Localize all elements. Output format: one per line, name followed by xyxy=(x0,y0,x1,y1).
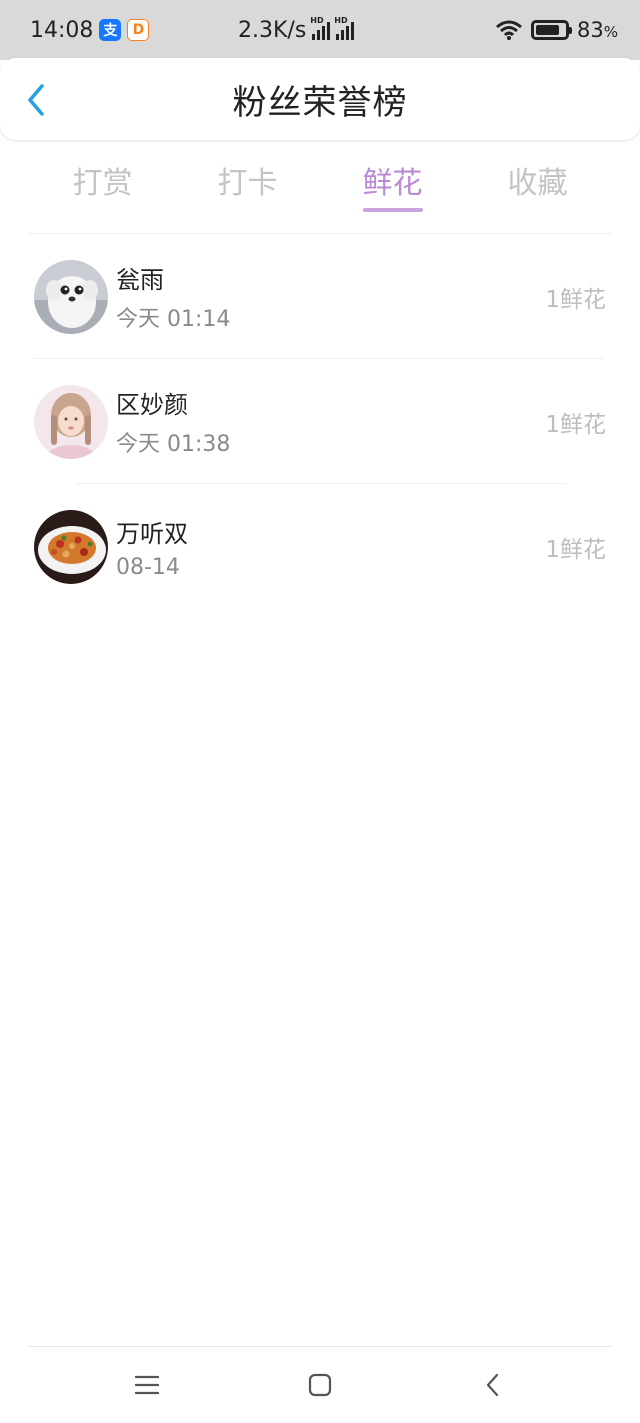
tab-flowers[interactable]: 鲜花 xyxy=(338,150,448,220)
system-nav-bar xyxy=(0,1347,640,1423)
user-name: 万听双 xyxy=(116,519,188,548)
user-info: 区妙颜 今天 01:38 xyxy=(116,385,230,458)
fan-list: 瓮雨 今天 01:14 1鲜花 区妙颜 今天 01:38 1鲜花 万听双 08-… xyxy=(0,234,640,609)
signal-icon-2: HD xyxy=(334,16,355,40)
wifi-icon xyxy=(496,20,522,40)
status-time: 14:08 xyxy=(30,17,94,43)
didi-icon: D xyxy=(127,19,150,41)
back-arrow-icon xyxy=(487,1373,499,1397)
girl-photo-avatar xyxy=(34,384,108,459)
user-time: 今天 01:38 xyxy=(116,432,231,457)
home-button[interactable] xyxy=(290,1355,350,1415)
status-center: 2.3K/s HD HD xyxy=(238,16,355,43)
tab-checkin[interactable]: 打卡 xyxy=(193,150,303,220)
flower-count: 1鲜花 xyxy=(545,536,606,563)
chevron-left-icon xyxy=(28,84,44,116)
user-time: 08-14 xyxy=(116,554,180,580)
food-dish-avatar xyxy=(34,509,108,584)
tab-bar: 打赏 打卡 鲜花 收藏 xyxy=(0,150,640,220)
list-item[interactable]: 瓮雨 今天 01:14 1鲜花 xyxy=(0,234,640,359)
status-bar: 14:08 支 D 2.3K/s HD HD 83% xyxy=(0,0,640,60)
flower-count: 1鲜花 xyxy=(545,286,606,313)
battery-percent: 83% xyxy=(577,18,618,42)
status-left: 14:08 支 D xyxy=(30,18,230,43)
user-name: 瓮雨 xyxy=(116,266,164,294)
avatar xyxy=(34,259,108,334)
avatar xyxy=(34,509,108,584)
screen: 14:08 支 D 2.3K/s HD HD 83% 粉丝荣誉榜 打赏 打卡 鲜… xyxy=(0,0,640,1423)
back-nav-button[interactable] xyxy=(463,1355,523,1415)
flower-count: 1鲜花 xyxy=(545,411,606,438)
status-right: 83% xyxy=(495,18,618,42)
user-name: 区妙颜 xyxy=(116,391,188,419)
menu-button[interactable] xyxy=(117,1355,177,1415)
user-info: 万听双 08-14 xyxy=(116,514,188,580)
list-item[interactable]: 区妙颜 今天 01:38 1鲜花 xyxy=(0,359,640,484)
network-speed: 2.3K/s xyxy=(238,17,307,43)
menu-icon xyxy=(134,1375,159,1395)
header: 粉丝荣誉榜 xyxy=(0,58,640,140)
avatar xyxy=(34,384,108,459)
back-button[interactable] xyxy=(20,82,52,118)
white-dog-avatar xyxy=(34,259,108,334)
alipay-icon: 支 xyxy=(99,19,122,41)
home-square-icon xyxy=(308,1373,332,1397)
page-title: 粉丝荣誉榜 xyxy=(232,82,408,123)
signal-icon: HD xyxy=(310,16,331,40)
list-item[interactable]: 万听双 08-14 1鲜花 xyxy=(0,484,640,609)
user-info: 瓮雨 今天 01:14 xyxy=(116,260,230,333)
user-time: 今天 01:14 xyxy=(116,307,231,332)
battery-icon xyxy=(531,20,572,40)
tab-favorites[interactable]: 收藏 xyxy=(483,150,593,220)
tab-reward[interactable]: 打赏 xyxy=(48,150,158,220)
